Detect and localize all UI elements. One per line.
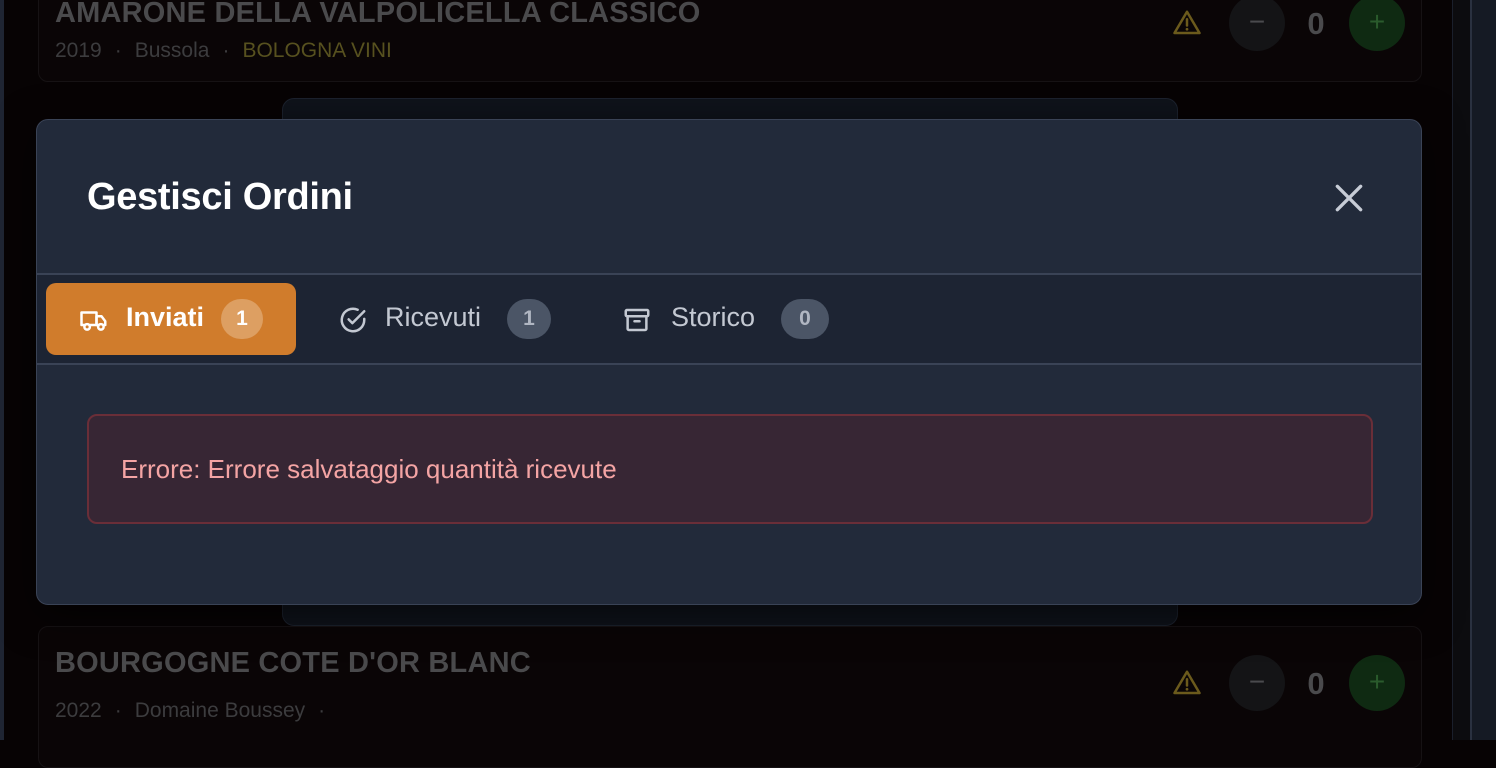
- increase-button[interactable]: +: [1349, 0, 1405, 51]
- wine-card: AMARONE DELLA VALPOLICELLA CLASSICO 2019…: [38, 0, 1422, 82]
- tab-inviati[interactable]: Inviati 1: [46, 283, 296, 355]
- wine-meta: 2019 · Bussola · BOLOGNA VINI: [55, 39, 392, 63]
- meta-separator: ·: [114, 39, 122, 62]
- truck-icon: [80, 311, 107, 331]
- scroll-gutter: [1452, 0, 1471, 740]
- quantity-value: 0: [1307, 6, 1325, 41]
- tab-bar: Inviati 1 Ricevuti 1 Storico 0: [37, 275, 1421, 364]
- tab-count-badge: 1: [507, 299, 551, 339]
- warning-icon[interactable]: [1171, 8, 1203, 38]
- wine-year: 2022: [55, 699, 102, 722]
- orders-modal: Gestisci Ordini Inviati 1 Ricevuti 1 Sto…: [36, 119, 1422, 605]
- close-icon[interactable]: [1329, 178, 1369, 218]
- error-message: Errore: Errore salvataggio quantità rice…: [121, 454, 617, 484]
- tab-label: Storico: [671, 302, 756, 332]
- wine-producer: Bussola: [134, 39, 210, 62]
- warning-icon[interactable]: [1171, 668, 1203, 698]
- archive-icon: [624, 308, 650, 332]
- tab-label: Ricevuti: [385, 302, 482, 332]
- wine-meta: 2022 · Domaine Boussey ·: [55, 699, 338, 723]
- wine-card: BOURGOGNE COTE D'OR BLANC 2022 · Domaine B…: [38, 626, 1422, 768]
- meta-separator: ·: [318, 699, 326, 722]
- wine-name: AMARONE DELLA VALPOLICELLA CLASSICO: [55, 0, 701, 29]
- modal-title: Gestisci Ordini: [87, 176, 353, 218]
- tab-label: Inviati: [126, 302, 205, 332]
- wine-name: BOURGOGNE COTE D'OR BLANC: [55, 647, 531, 679]
- check-circle-icon: [340, 307, 366, 333]
- decrease-button[interactable]: −: [1229, 0, 1285, 51]
- left-edge: [0, 0, 4, 740]
- decrease-button[interactable]: −: [1229, 655, 1285, 711]
- tab-ricevuti[interactable]: Ricevuti 1: [327, 283, 567, 355]
- wine-distributor: BOLOGNA VINI: [242, 39, 392, 62]
- right-panel-edge: [1470, 0, 1496, 740]
- wine-year: 2019: [55, 39, 102, 62]
- increase-button[interactable]: +: [1349, 655, 1405, 711]
- meta-separator: ·: [222, 39, 230, 62]
- tab-storico[interactable]: Storico 0: [613, 283, 853, 355]
- tab-count-badge: 0: [781, 299, 829, 339]
- quantity-value: 0: [1307, 666, 1325, 701]
- wine-producer: Domaine Boussey: [134, 699, 306, 722]
- tabs-divider: [37, 363, 1421, 365]
- tab-count-badge: 1: [221, 299, 263, 339]
- error-alert: Errore: Errore salvataggio quantità rice…: [87, 414, 1373, 524]
- meta-separator: ·: [114, 699, 122, 722]
